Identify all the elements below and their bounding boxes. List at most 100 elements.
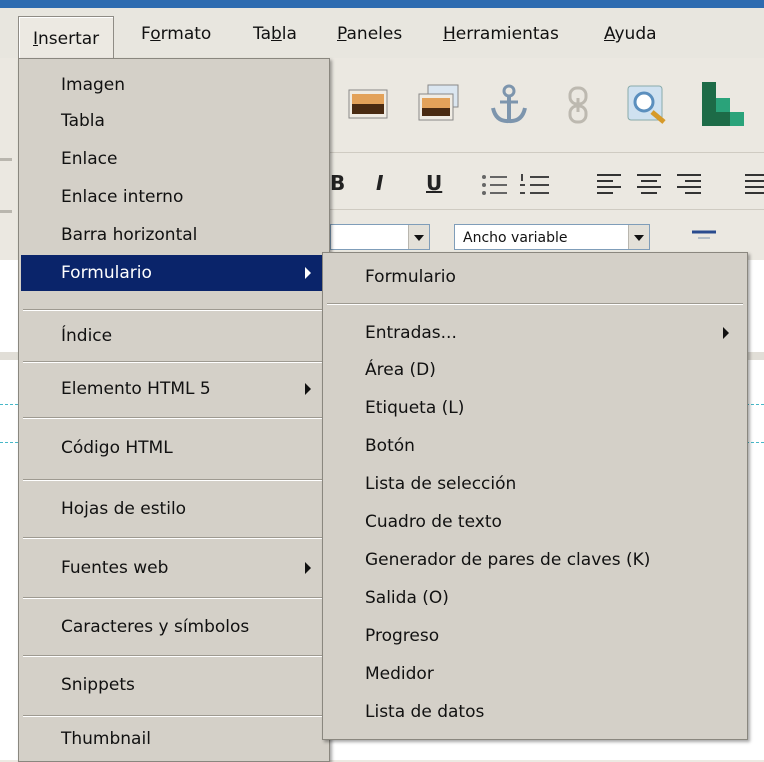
numbered-list-icon[interactable] (518, 173, 550, 197)
menu-separator (23, 715, 325, 717)
justify-icon[interactable] (744, 173, 764, 197)
menu-separator (327, 303, 743, 305)
menu-item-label: Progreso (365, 626, 440, 646)
image-alt-icon[interactable] (418, 84, 460, 122)
form-submenu-item-etiqueta-l[interactable]: Etiqueta (L) (325, 389, 745, 427)
bullet-list-icon[interactable] (480, 173, 508, 197)
insert-menu-item-caracteres-y-simbolos[interactable]: Caracteres y símbolos (21, 599, 327, 655)
align-left-icon[interactable] (596, 173, 622, 197)
left-toolbar-strip (0, 58, 18, 260)
form-submenu-item-lista-de-seleccion[interactable]: Lista de selección (325, 465, 745, 503)
menu-formato[interactable]: Formato (141, 22, 211, 46)
insert-menu-item-enlace[interactable]: Enlace (21, 141, 327, 177)
size-combo-dropdown-button[interactable] (408, 225, 429, 249)
insert-menu-item-snippets[interactable]: Snippets (21, 657, 327, 713)
toolbar-grip (0, 210, 12, 213)
underline-button[interactable]: U (426, 171, 442, 195)
size-combo[interactable] (330, 224, 430, 250)
menu-item-label: Formulario (365, 267, 456, 287)
insert-menu-item-fuentes-web[interactable]: Fuentes web (21, 541, 327, 595)
menu-item-label: Fuentes web (61, 558, 169, 578)
menu-separator (23, 361, 325, 363)
form-submenu-item-progreso[interactable]: Progreso (325, 617, 745, 655)
insert-menu-item-codigo-html[interactable]: Código HTML (21, 421, 327, 475)
align-right-icon[interactable] (676, 173, 702, 197)
form-submenu-item-cuadro-de-texto[interactable]: Cuadro de texto (325, 503, 745, 541)
form-submenu-item-salida-o[interactable]: Salida (O) (325, 579, 745, 617)
menu-ayuda[interactable]: Ayuda (604, 22, 657, 46)
menu-item-label: Medidor (365, 664, 434, 684)
menu-separator (23, 537, 325, 539)
italic-button[interactable]: I (376, 171, 383, 195)
width-combo-dropdown-button[interactable] (628, 225, 649, 249)
table-blocks-icon[interactable] (700, 80, 764, 128)
insert-menu-item-barra-horizontal[interactable]: Barra horizontal (21, 217, 327, 253)
form-submenu-item-entradas[interactable]: Entradas... (325, 313, 745, 353)
form-submenu-item-formulario[interactable]: Formulario (325, 255, 745, 299)
form-submenu-item-lista-de-datos[interactable]: Lista de datos (325, 693, 745, 731)
image-icon[interactable] (348, 86, 388, 120)
menu-item-label: Botón (365, 436, 415, 456)
insert-menu-item-formulario[interactable]: Formulario (21, 255, 327, 291)
menu-item-label: Snippets (61, 675, 135, 695)
form-submenu-item-generador-de-pares-de-claves-k[interactable]: Generador de pares de claves (K) (325, 541, 745, 579)
insert-menu-item-hojas-de-estilo[interactable]: Hojas de estilo (21, 483, 327, 535)
menu-separator (23, 479, 325, 481)
menu-item-label: Formulario (61, 263, 152, 283)
menu-item-label: Índice (61, 326, 113, 346)
menu-item-label: Caracteres y símbolos (61, 617, 250, 637)
submenu-arrow-icon (723, 327, 729, 339)
width-combo-value: Ancho variable (463, 230, 568, 246)
toolbar-insert (330, 58, 764, 153)
menu-separator (23, 417, 325, 419)
menubar: Insertar Formato Tabla Paneles Herramien… (0, 8, 764, 61)
menu-item-label: Cuadro de texto (365, 512, 502, 532)
menu-item-label: Tabla (61, 111, 105, 131)
insert-menu-item-thumbnail[interactable]: Thumbnail (21, 719, 327, 759)
submenu-arrow-icon (305, 383, 311, 395)
menu-item-label: Área (D) (365, 360, 436, 380)
anchor-icon[interactable] (490, 84, 528, 124)
wrap-text-icon[interactable] (690, 226, 720, 250)
menu-item-label: Enlace (61, 149, 118, 169)
image-edit-icon[interactable] (626, 82, 666, 124)
window-title-strip (0, 0, 764, 8)
insert-menu-item-imagen[interactable]: Imagen (21, 67, 327, 103)
form-submenu-item-medidor[interactable]: Medidor (325, 655, 745, 693)
align-center-icon[interactable] (636, 173, 662, 197)
bold-button[interactable]: B (330, 171, 345, 195)
link-icon[interactable] (565, 86, 591, 124)
menu-item-label: Hojas de estilo (61, 499, 187, 519)
menu-insertar[interactable]: Insertar (18, 16, 115, 61)
menu-item-label: Elemento HTML 5 (61, 379, 211, 399)
menu-item-label: Barra horizontal (61, 225, 198, 245)
menu-item-label: Salida (O) (365, 588, 449, 608)
menu-item-label: Thumbnail (61, 729, 151, 749)
menu-item-label: Código HTML (61, 438, 173, 458)
menu-separator (23, 309, 325, 311)
menu-paneles[interactable]: Paneles (337, 22, 402, 46)
insert-menu-item-enlace-interno[interactable]: Enlace interno (21, 179, 327, 215)
width-combo[interactable]: Ancho variable (454, 224, 650, 250)
menu-item-label: Enlace interno (61, 187, 184, 207)
menu-herramientas[interactable]: Herramientas (443, 22, 559, 46)
menu-item-label: Generador de pares de claves (K) (365, 550, 651, 570)
menu-item-label: Imagen (61, 75, 126, 95)
submenu-arrow-icon (305, 562, 311, 574)
insert-menu-item-tabla[interactable]: Tabla (21, 103, 327, 139)
menu-tabla[interactable]: Tabla (253, 22, 297, 46)
menu-item-label: Lista de selección (365, 474, 517, 494)
toolbar-format: B I U (330, 153, 764, 210)
toolbar-grip (0, 158, 12, 161)
form-submenu-item-area-d[interactable]: Área (D) (325, 351, 745, 389)
menu-insertar-label: nsertar (38, 29, 100, 49)
insert-menu-item-indice[interactable]: Índice (21, 313, 327, 359)
menu-item-label: Lista de datos (365, 702, 485, 722)
submenu-arrow-icon (305, 267, 311, 279)
menu-item-label: Entradas... (365, 323, 457, 343)
insert-menu-item-elemento-html-5[interactable]: Elemento HTML 5 (21, 365, 327, 413)
insert-menu: Imagen Tabla Enlace Enlace interno Barra hor… (18, 58, 330, 762)
form-submenu: Formulario Entradas... Área (D) Etiqueta (L… (322, 252, 748, 740)
menu-item-label: Etiqueta (L) (365, 398, 465, 418)
form-submenu-item-boton[interactable]: Botón (325, 427, 745, 465)
